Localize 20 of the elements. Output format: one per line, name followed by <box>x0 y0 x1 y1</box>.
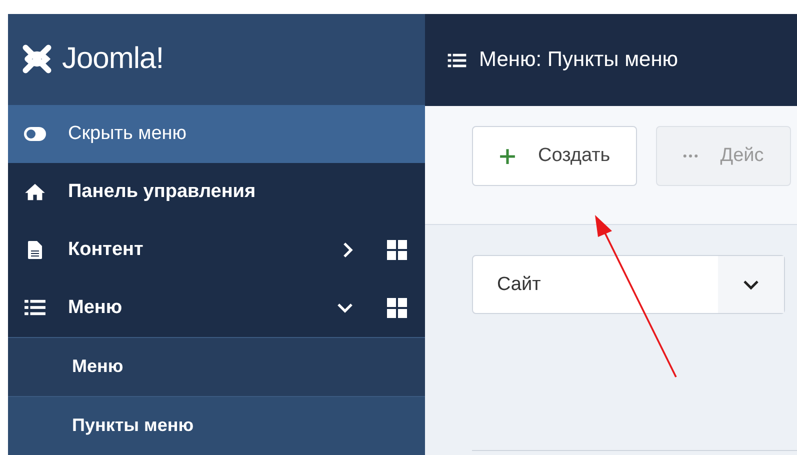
create-button[interactable]: Создать <box>472 126 638 186</box>
toggle-icon <box>22 126 48 142</box>
ellipsis-icon <box>683 154 698 158</box>
dashboard-icon[interactable] <box>387 240 407 260</box>
chevron-right-icon[interactable] <box>343 242 353 258</box>
plus-icon <box>499 148 516 164</box>
sidebar-item[interactable]: Панель управления <box>8 162 425 221</box>
submenu-item[interactable]: Пункты меню <box>8 396 425 455</box>
joomla-logo-text: Joomla! <box>62 42 164 76</box>
site-select[interactable]: Сайт <box>472 255 785 314</box>
chevron-down-icon <box>743 280 759 290</box>
page-title: Меню: Пункты меню <box>479 48 678 72</box>
sidebar-item[interactable]: Контент <box>8 220 425 279</box>
list-icon <box>447 52 467 68</box>
sidebar-item[interactable]: Меню <box>8 278 425 337</box>
dashboard-icon[interactable] <box>387 298 407 318</box>
chevron-down-icon[interactable] <box>337 302 353 313</box>
list-icon <box>22 298 48 318</box>
submenu-item[interactable]: Меню <box>8 336 425 396</box>
hide-menu-button[interactable]: Скрыть меню <box>8 104 425 163</box>
